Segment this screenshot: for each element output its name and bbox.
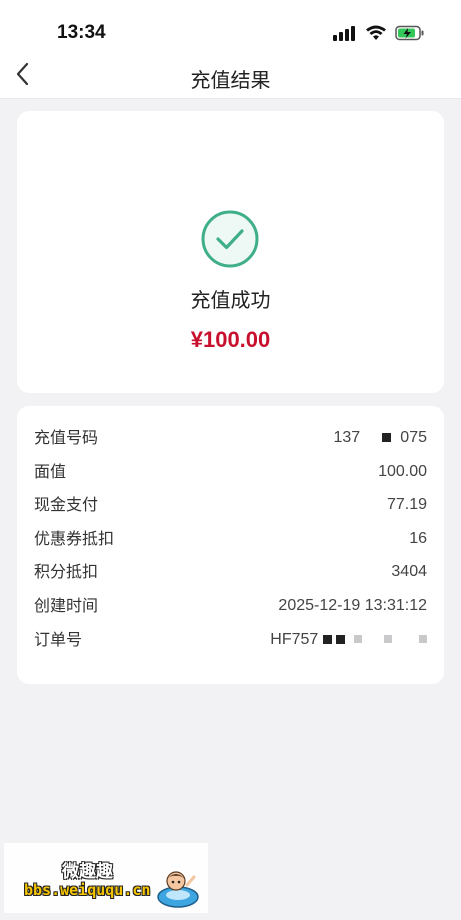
detail-value: 77.19	[386, 496, 427, 514]
success-check-icon	[200, 209, 260, 269]
result-card: 充值成功 ¥100.00	[17, 111, 444, 393]
watermark-title: 微趣趣	[62, 862, 113, 882]
detail-row-order-number: 订单号 HF757	[17, 628, 444, 662]
redaction-mark	[384, 635, 393, 644]
detail-label: 积分抵扣	[34, 562, 99, 582]
result-amount: ¥100.00	[190, 327, 271, 352]
redaction-mark	[322, 634, 332, 644]
detail-value: 16	[409, 529, 427, 547]
detail-label: 现金支付	[34, 495, 99, 515]
cellular-signal-icon	[333, 25, 357, 45]
redaction-mark	[354, 635, 363, 644]
redaction-mark	[419, 635, 427, 644]
watermark: 微趣趣 bbs.weiququ.cn	[4, 843, 208, 913]
detail-value: 3404	[391, 563, 427, 581]
detail-label: 优惠券抵扣	[34, 528, 115, 548]
detail-label: 面值	[34, 461, 67, 481]
status-icons	[333, 25, 425, 45]
detail-row-cash-payment: 现金支付 77.19	[17, 493, 444, 527]
nav-bar: 充值结果	[0, 55, 461, 99]
status-bar: 13:34	[0, 0, 461, 55]
detail-row-points: 积分抵扣 3404	[17, 560, 444, 594]
redaction-mark	[382, 433, 392, 443]
detail-row-coupon: 优惠券抵扣 16	[17, 527, 444, 561]
detail-value: 2025-12-19 13:31:12	[278, 596, 427, 614]
phone-number-suffix: 075	[400, 429, 427, 446]
watermark-url: bbs.weiququ.cn	[24, 881, 151, 899]
detail-card: 充值号码 137 075 面值 100.00 现金支付 77.19 优惠券抵扣 …	[17, 406, 444, 684]
detail-label: 创建时间	[34, 595, 99, 615]
detail-list: 充值号码 137 075 面值 100.00 现金支付 77.19 优惠券抵扣 …	[17, 426, 444, 661]
detail-row-created-time: 创建时间 2025-12-19 13:31:12	[17, 594, 444, 628]
status-time: 13:34	[57, 22, 106, 43]
order-number-prefix: HF757	[270, 630, 319, 648]
order-number-value: HF757	[270, 628, 427, 652]
mascot-icon	[156, 867, 200, 909]
detail-value: 100.00	[378, 462, 427, 480]
wifi-icon	[365, 25, 387, 45]
redaction-mark	[336, 634, 346, 644]
detail-label: 充值号码	[34, 428, 99, 447]
detail-label: 订单号	[34, 629, 83, 649]
detail-row-phone: 充值号码 137 075	[17, 426, 444, 460]
detail-row-face-value: 面值 100.00	[17, 460, 444, 494]
phone-number-prefix: 137	[333, 429, 361, 446]
battery-charging-icon	[395, 25, 425, 45]
phone-number-value: 137 075	[333, 426, 427, 450]
page-title: 充值结果	[190, 68, 271, 92]
result-status: 充值成功	[190, 288, 271, 312]
